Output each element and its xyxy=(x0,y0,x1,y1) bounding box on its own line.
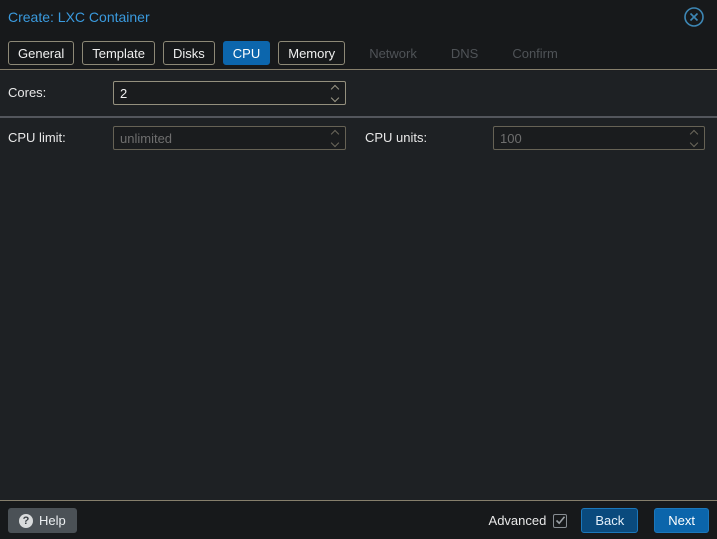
tab-memory[interactable]: Memory xyxy=(278,41,346,65)
dialog-title: Create: LXC Container xyxy=(8,9,150,25)
cpu-units-label: CPU units: xyxy=(365,130,428,145)
help-button-label: Help xyxy=(39,513,66,528)
chevron-up-icon xyxy=(330,129,340,138)
chevron-up-icon[interactable] xyxy=(330,84,340,93)
cpu-units-input xyxy=(494,127,684,149)
next-button[interactable]: Next xyxy=(654,508,709,533)
cpu-limit-input xyxy=(114,127,325,149)
help-button[interactable]: ? Help xyxy=(8,508,77,533)
cpu-limit-stepper xyxy=(325,127,345,149)
tab-general[interactable]: General xyxy=(8,41,75,65)
tab-confirm: Confirm xyxy=(512,45,558,61)
chevron-down-icon[interactable] xyxy=(330,93,340,102)
cpu-units-stepper xyxy=(684,127,704,149)
close-icon xyxy=(683,6,705,31)
footer-actions: Advanced Back Next xyxy=(489,508,709,533)
cpu-limit-label: CPU limit: xyxy=(8,130,66,145)
advanced-checkbox[interactable] xyxy=(553,513,568,528)
checkmark-icon xyxy=(555,516,565,525)
cores-input[interactable] xyxy=(114,82,325,104)
tab-disks[interactable]: Disks xyxy=(163,41,215,65)
tab-template[interactable]: Template xyxy=(82,41,155,65)
tab-network: Network xyxy=(369,45,417,61)
cpu-form-panel: Cores: CPU limit: CPU units: xyxy=(0,71,717,500)
cpu-limit-spinner xyxy=(113,126,346,150)
cores-label: Cores: xyxy=(8,85,47,100)
dialog-footer: ? Help Advanced Back Next xyxy=(0,500,717,539)
create-lxc-container-dialog: Create: LXC Container General Template D… xyxy=(0,0,717,539)
dialog-header: Create: LXC Container General Template D… xyxy=(0,0,717,70)
wizard-tabbar: General Template Disks CPU Memory Networ… xyxy=(8,41,568,65)
close-button[interactable] xyxy=(682,6,706,30)
cores-spinner[interactable] xyxy=(113,81,346,105)
back-button[interactable]: Back xyxy=(581,508,639,533)
advanced-section-divider xyxy=(0,116,717,118)
chevron-down-icon xyxy=(330,138,340,147)
cpu-units-spinner xyxy=(493,126,705,150)
cores-stepper[interactable] xyxy=(325,82,345,104)
chevron-up-icon xyxy=(689,129,699,138)
tab-dns: DNS xyxy=(450,45,479,61)
tab-cpu[interactable]: CPU xyxy=(222,41,271,65)
help-icon: ? xyxy=(19,513,33,528)
advanced-label: Advanced xyxy=(488,513,547,528)
chevron-down-icon xyxy=(689,138,699,147)
